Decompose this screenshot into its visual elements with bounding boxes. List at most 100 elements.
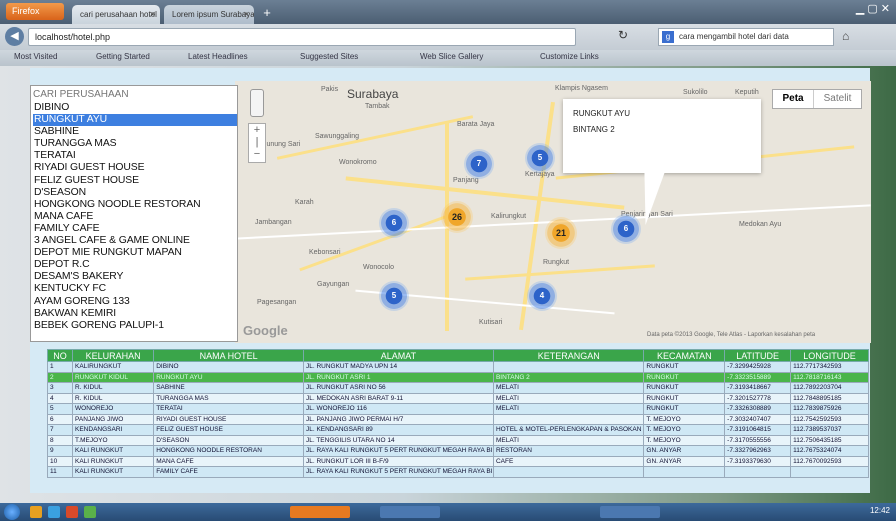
company-list-item[interactable]: 3 ANGEL CAFE & GAME ONLINE [33,235,237,247]
page-content: Surabaya Pakis Tambak Barata Jaya Gunung… [30,68,871,493]
table-cell: JL. RUNGKUT LOR III B-F/9 [302,455,494,467]
close-icon[interactable]: ✕ [149,5,156,24]
marker-cluster[interactable]: 21 [545,217,577,249]
table-cell: 3 [47,382,74,394]
company-list-item[interactable]: BAKWAN KEMIRI [33,308,237,320]
map[interactable]: Surabaya Pakis Tambak Barata Jaya Gunung… [235,81,871,343]
address-bar[interactable]: localhost/hotel.php [28,28,576,46]
company-list-item[interactable]: DEPOT R.C [33,259,237,271]
table-row[interactable]: 3 R. KIDUL SABHINE JL. RUNGKUT ASRI NO 56 ME… [47,382,869,394]
column-header: KELURAHAN [72,349,155,362]
home-icon[interactable]: ⌂ [842,29,849,43]
table-row[interactable]: 9 KALI RUNGKUT HONGKONG NOODLE RESTORAN JL.… [47,445,869,457]
new-tab-icon[interactable]: + [260,6,274,20]
company-list-item[interactable]: MANA CAFE [33,211,237,223]
table-row-selected[interactable]: 2 RUNGKUT KIDUL RUNGKUT AYU JL. RUNGKUT ASR… [47,371,869,383]
browser-tab[interactable]: cari perusahaan hotel ✕ [72,5,160,24]
browser-tab-bar: Firefox cari perusahaan hotel ✕ Lorem ips… [0,0,896,24]
company-search-input[interactable] [33,87,233,101]
navigation-bar: ◀ localhost/hotel.php ↻ g cara mengambil… [0,24,896,50]
table-cell: 112.7892203704 [790,382,869,394]
taskbar-window-button[interactable] [380,506,440,518]
table-cell: T. MEJOYO [643,424,726,436]
company-list-item[interactable]: TERATAI [33,150,237,162]
reload-icon[interactable]: ↻ [618,28,628,42]
table-header-row: NO KELURAHAN NAMA HOTEL ALAMAT KETERANGA… [47,349,869,362]
taskbar-window-button[interactable] [290,506,350,518]
company-list-item[interactable]: BEBEK GORENG PALUPI-1 [33,320,237,332]
table-row[interactable]: 6 PANJANG JIWO RIYADI GUEST HOUSE JL. PANJA… [47,413,869,425]
table-cell: T. MEJOYO [643,413,726,425]
taskbar-app-icon[interactable] [48,506,60,518]
table-row[interactable]: 10 KALI RUNGKUT MANA CAFE JL. RUNGKUT LOR I… [47,455,869,467]
taskbar-app-icon[interactable] [66,506,78,518]
bookmark-item[interactable]: Customize Links [540,52,599,61]
company-list-item[interactable]: DEPOT MIE RUNGKUT MAPAN [33,247,237,259]
marker-cluster[interactable]: 26 [441,201,473,233]
marker-cluster[interactable]: 7 [464,149,494,179]
taskbar-app-icon[interactable] [30,506,42,518]
table-row[interactable]: 11 KALI RUNGKUT FAMILY CAFE JL. RAYA KALI R… [47,466,869,478]
table-cell: 2 [47,371,74,383]
company-list-item[interactable]: DIBINO [33,102,237,114]
back-arrow-icon[interactable]: ◀ [5,27,24,46]
table-cell: GN. ANYAR [643,445,726,457]
marker-cluster[interactable]: 4 [527,281,557,311]
zoom-control[interactable]: + | − [248,123,266,163]
google-logo[interactable]: Google [243,323,288,338]
window-controls[interactable]: ▁ ▢ ✕ [856,2,890,15]
table-row[interactable]: 8 T.MEJOYO D'SEASON JL. TENGGILIS UTARA NO … [47,434,869,446]
marker-cluster[interactable]: 5 [525,143,555,173]
table-cell: 10 [47,455,74,467]
table-row[interactable]: 1 KALIRUNGKUT DIBINO JL. RUNGKUT MADYA UPN … [47,361,869,373]
search-input[interactable]: g cara mengambil hotel dari data [658,28,834,46]
table-row[interactable]: 4 R. KIDUL TURANGGA MAS JL. MEDOKAN ASRI BA… [47,392,869,404]
company-list-item[interactable]: FAMILY CAFE [33,223,237,235]
bookmark-item[interactable]: Getting Started [96,52,150,61]
street-view-pegman-icon[interactable] [250,89,264,117]
map-type-satelit-button[interactable]: Satelit [814,90,861,108]
company-list-item[interactable]: KENTUCKY FC [33,283,237,295]
company-list-item[interactable]: TURANGGA MAS [33,138,237,150]
bookmark-item[interactable]: Latest Headlines [188,52,248,61]
firefox-menu-button[interactable]: Firefox [6,3,64,20]
column-header: LATITUDE [724,349,792,362]
map-road [276,115,474,160]
table-cell: D'SEASON [153,434,304,446]
start-button-icon[interactable] [4,504,20,520]
company-list-item[interactable]: AYAM GORENG 133 [33,296,237,308]
table-cell: FELIZ GUEST HOUSE [153,424,304,436]
table-cell: -7.3193418667 [724,382,792,394]
table-cell: -7.3201527778 [724,392,792,404]
map-type-peta-button[interactable]: Peta [773,90,815,108]
bookmark-item[interactable]: Most Visited [14,52,57,61]
table-cell: KENDANGSARI [72,424,155,436]
company-list-item[interactable]: D'SEASON [33,187,237,199]
company-list-item[interactable]: FELIZ GUEST HOUSE [33,175,237,187]
company-list-item[interactable]: DESAM'S BAKERY [33,271,237,283]
company-list-item[interactable]: RIYADI GUEST HOUSE [33,162,237,174]
table-cell: 112.7389537037 [790,424,869,436]
taskbar-app-icon[interactable] [84,506,96,518]
table-cell: T.MEJOYO [72,434,155,446]
table-row[interactable]: 5 WONOREJO TERATAI JL. WONOREJO 116 MELATI RU… [47,403,869,415]
marker-cluster[interactable]: 5 [379,281,409,311]
company-list-item[interactable]: SABHINE [33,126,237,138]
table-row[interactable]: 7 KENDANGSARI FELIZ GUEST HOUSE JL. KENDANG… [47,424,869,436]
bookmark-item[interactable]: Suggested Sites [300,52,358,61]
map-attribution[interactable]: Data peta ©2013 Google, Tele Atlas - Lap… [647,332,815,338]
zoom-slider[interactable]: | [249,136,265,148]
search-value: cara mengambil hotel dari data [679,32,789,41]
taskbar-window-button[interactable] [600,506,660,518]
table-cell: BINTANG 2 [492,371,645,383]
search-engine-icon[interactable]: g [662,31,674,43]
company-list-item[interactable]: HONGKONG NOODLE RESTORAN [33,199,237,211]
bookmark-item[interactable]: Web Slice Gallery [420,52,483,61]
close-icon[interactable]: ✕ [243,5,250,24]
browser-tab[interactable]: Lorem ipsum Surabaya ✕ [164,5,254,24]
zoom-out-button[interactable]: − [249,148,265,160]
os-taskbar: 12:42 [0,503,896,521]
company-list-item-selected[interactable]: RUNGKUT AYU [33,114,237,127]
marker-cluster[interactable]: 6 [379,208,409,238]
zoom-in-button[interactable]: + [249,124,265,136]
